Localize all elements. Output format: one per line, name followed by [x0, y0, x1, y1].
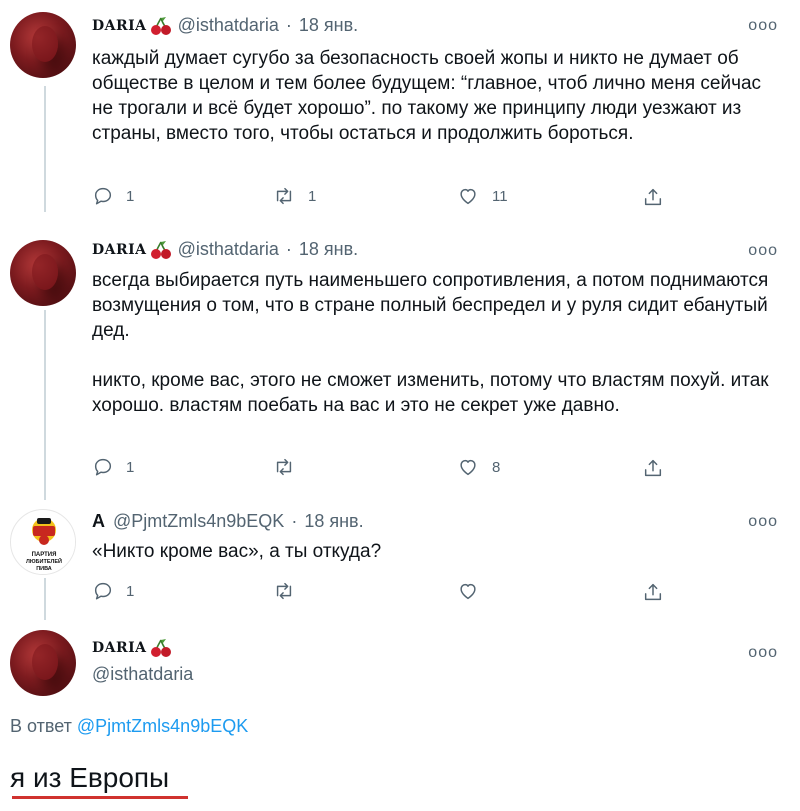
tweet-text: «Никто кроме вас», а ты откуда? [92, 541, 382, 562]
tweet-header: A @PjmtZmls4n9bEQK · 18 янв. [92, 511, 364, 532]
tweet-actions: 1 1 11 [92, 185, 672, 209]
more-icon[interactable]: ooo [748, 644, 778, 662]
separator: · [285, 15, 292, 35]
display-name[interactable]: A [92, 511, 105, 532]
main-tweet-text: я из Европы [10, 762, 170, 793]
timestamp[interactable]: 18 янв. [299, 239, 358, 260]
reply-count: 1 [126, 458, 135, 476]
like-count: 8 [492, 458, 501, 476]
reply-icon [94, 187, 112, 205]
share-button[interactable] [642, 580, 664, 604]
reply-count: 1 [126, 187, 135, 205]
reply-button[interactable]: 1 [92, 185, 134, 207]
handle[interactable]: @PjmtZmls4n9bEQK [113, 511, 284, 532]
avatar[interactable] [10, 12, 76, 78]
display-name[interactable]: DARIA [92, 640, 147, 656]
reply-icon [94, 582, 112, 600]
retweet-icon [276, 187, 292, 205]
party-name-line2: ЛЮБИТЕЛЕЙ [26, 557, 62, 565]
handle[interactable]: @isthatdaria [178, 239, 279, 260]
party-name-line3: ПИВА [36, 566, 52, 572]
like-button[interactable]: 11 [456, 185, 508, 207]
retweet-button[interactable]: 1 [272, 185, 316, 207]
cherry-icon [150, 639, 171, 657]
reply-prefix: В ответ [10, 716, 72, 736]
like-count: 11 [492, 187, 508, 205]
display-name[interactable]: DARIA [92, 18, 147, 34]
reply-handle-link[interactable]: @PjmtZmls4n9bEQK [77, 716, 248, 736]
share-icon [644, 459, 662, 477]
red-underline [12, 796, 188, 799]
retweet-count: 1 [308, 187, 317, 205]
avatar[interactable] [10, 240, 76, 306]
cherry-icon [150, 240, 171, 259]
separator: · [285, 239, 292, 259]
more-icon[interactable]: ooo [748, 513, 778, 531]
tweet-actions: 1 8 [92, 456, 672, 480]
like-button[interactable]: 8 [456, 456, 500, 478]
tweet-text: каждый думает сугубо за безопасность сво… [92, 48, 767, 144]
share-button[interactable] [642, 185, 664, 209]
like-icon [460, 188, 476, 205]
cherry-icon [150, 16, 171, 35]
handle[interactable]: @isthatdaria [178, 15, 279, 36]
share-icon [644, 583, 662, 601]
like-icon [460, 583, 476, 600]
like-button[interactable] [456, 580, 492, 602]
display-name[interactable]: DARIA [92, 242, 147, 258]
tweet-header: DARIA @isthatdaria · 18 янв. [92, 239, 358, 260]
reply-button[interactable]: 1 [92, 456, 134, 478]
more-icon[interactable]: ooo [748, 242, 778, 260]
share-icon [644, 188, 662, 206]
reply-button[interactable]: 1 [92, 580, 134, 602]
party-logo: ПАРТИЯ ЛЮБИТЕЛЕЙ ПИВА [12, 511, 75, 574]
party-name-line1: ПАРТИЯ [32, 552, 57, 558]
avatar[interactable]: ПАРТИЯ ЛЮБИТЕЛЕЙ ПИВА [10, 509, 76, 575]
author-block: DARIA @isthatdaria [92, 638, 193, 685]
separator: · [291, 511, 298, 531]
tweet[interactable]: DARIA @isthatdaria · 18 янв. ooo всегда … [0, 230, 800, 500]
reply-context: В ответ @PjmtZmls4n9bEQK [10, 716, 248, 737]
retweet-button[interactable] [272, 456, 308, 478]
timestamp[interactable]: 18 янв. [304, 511, 363, 532]
tweet[interactable]: ПАРТИЯ ЛЮБИТЕЛЕЙ ПИВА A @PjmtZmls4n9bEQK… [0, 503, 800, 613]
reply-icon [94, 458, 112, 476]
tweet-text: всегда выбирается путь наименьшего сопро… [92, 270, 769, 416]
retweet-icon [276, 582, 292, 600]
reply-count: 1 [126, 582, 135, 600]
tweet-header: DARIA @isthatdaria · 18 янв. [92, 15, 358, 36]
more-icon[interactable]: ooo [748, 17, 778, 35]
retweet-button[interactable] [272, 580, 308, 602]
tweet-actions: 1 [92, 580, 672, 604]
avatar[interactable] [10, 630, 76, 696]
handle[interactable]: @isthatdaria [92, 664, 193, 685]
like-icon [460, 459, 476, 476]
tweet[interactable]: DARIA @isthatdaria · 18 янв. ooo каждый … [0, 0, 800, 222]
retweet-icon [276, 458, 292, 476]
share-button[interactable] [642, 456, 664, 480]
timestamp[interactable]: 18 янв. [299, 15, 358, 36]
